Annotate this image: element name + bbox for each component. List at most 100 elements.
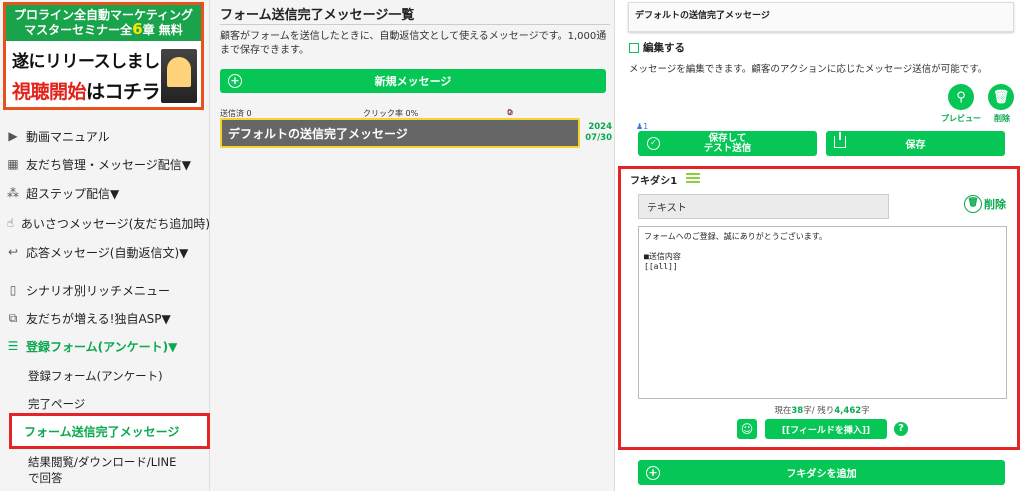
delete-label: 削除 xyxy=(994,114,1010,123)
sidebar-item-label: 動画マニュアル xyxy=(26,129,110,144)
hand-icon: ☝ xyxy=(6,216,15,230)
smile-icon: ☺ xyxy=(740,422,754,436)
sidebar-sub-results-line1: 結果閲覧/ダウンロード/LINE xyxy=(28,455,177,469)
address-book-icon: ▦ xyxy=(7,157,19,171)
banner-line4-red: 視聴開始 xyxy=(12,81,87,103)
play-icon: ▶ xyxy=(8,129,18,143)
sidebar-sub-registration-form[interactable]: 登録フォーム(アンケート) xyxy=(28,368,163,384)
char-count-remaining: 4,462 xyxy=(834,406,862,416)
save-and-test-send-button[interactable]: ✓ 保存して テスト送信 xyxy=(638,131,817,156)
help-icon[interactable]: ? xyxy=(894,422,908,436)
banner-header: プロライン全自動マーケティング マスターセミナー全6章 無料 xyxy=(6,5,201,41)
plus-icon: + xyxy=(228,74,242,88)
friend-count-value: 1 xyxy=(643,122,649,131)
new-message-button[interactable]: + 新規メッセージ xyxy=(220,69,606,93)
message-item-name: デフォルトの送信完了メッセージ xyxy=(228,126,408,141)
message-list-panel: フォーム送信完了メッセージ一覧 顧客がフォームを送信したときに、自動返信文として… xyxy=(210,0,615,491)
char-count-prefix: 現在 xyxy=(774,406,792,416)
sidebar-sub-complete-page[interactable]: 完了ページ xyxy=(28,396,85,412)
sidebar-item-label: 友だち管理・メッセージ配信▼ xyxy=(26,157,191,172)
title-divider xyxy=(220,24,610,25)
bubble-editor-1: フキダシ1 テキスト 🗑削除 現在38字/ 残り4,462字 ☺ [[フィールド… xyxy=(618,166,1020,450)
edit-description: メッセージを編集できます。顧客のアクションに応じたメッセージ送信が可能です。 xyxy=(629,64,988,75)
sidebar-item-label: シナリオ別リッチメニュー xyxy=(26,283,171,298)
sidebar-item-label: 応答メッセージ(自動返信文)▼ xyxy=(26,245,189,260)
sidebar-item-auto-reply[interactable]: ↩ 応答メッセージ(自動返信文)▼ xyxy=(0,240,210,264)
emoji-button[interactable]: ☺ xyxy=(737,419,757,439)
sidebar: プロライン全自動マーケティング マスターセミナー全6章 無料 遂にリリースしまし… xyxy=(0,0,210,491)
sidebar-item-asp[interactable]: ⧉ 友だちが増える!独自ASP▼ xyxy=(0,306,210,330)
list-description: 顧客がフォームを送信したときに、自動返信文として使えるメッセージです。1,000… xyxy=(220,31,607,56)
char-count-mid: 字/ 残り xyxy=(803,406,835,416)
save-label: 保存 xyxy=(905,140,926,151)
message-editor-panel: デフォルトの送信完了メッセージ 編集する メッセージを編集できます。顧客のアクシ… xyxy=(615,0,1024,491)
trash-icon: 🗑 xyxy=(992,89,1010,105)
char-count: 現在38字/ 残り4,462字 xyxy=(621,404,1023,416)
list-icon: ☰ xyxy=(7,339,19,353)
preview-button[interactable]: ⚲ xyxy=(948,84,974,110)
banner-line2-num: 6 xyxy=(132,20,143,38)
banner-line3: 遂にリリースしました! xyxy=(12,52,184,72)
drag-handle-icon[interactable] xyxy=(686,173,700,184)
trash-icon: 🗑 xyxy=(964,195,982,213)
add-bubble-button[interactable]: + フキダシを追加 xyxy=(638,460,1005,485)
new-message-label: 新規メッセージ xyxy=(374,75,452,88)
delete-message-button[interactable]: 🗑 xyxy=(988,84,1014,110)
sitemap-icon: ⁂ xyxy=(7,186,19,200)
sidebar-item-label: あいさつメッセージ(友だち追加時) xyxy=(20,216,210,231)
test-send-label: 保存して テスト送信 xyxy=(703,132,752,154)
friend-count: ♟1 xyxy=(636,122,648,131)
search-icon: ⚲ xyxy=(956,89,966,105)
message-name-field[interactable]: デフォルトの送信完了メッセージ xyxy=(628,2,1014,32)
banner-line4: 視聴開始はコチラ! xyxy=(12,77,169,104)
banner-person-image xyxy=(161,49,197,103)
preview-label: プレビュー xyxy=(941,114,981,123)
test-send-line1: 保存して xyxy=(708,132,747,144)
sidebar-item-registration-form[interactable]: ☰ 登録フォーム(アンケート)▼ xyxy=(0,334,210,358)
sidebar-sub-results[interactable]: 結果閲覧/ダウンロード/LINE で回答 xyxy=(28,454,176,486)
message-date-md: 07/30 xyxy=(585,133,612,143)
banner-line4-post: はコチラ! xyxy=(86,81,169,103)
sidebar-item-super-step[interactable]: ⁂ 超ステップ配信▼ xyxy=(0,181,210,205)
message-text-input[interactable] xyxy=(638,226,1007,399)
sidebar-item-greeting-message[interactable]: ☝ あいさつメッセージ(友だち追加時) xyxy=(0,211,210,235)
message-list-item-selected[interactable]: デフォルトの送信完了メッセージ xyxy=(220,118,580,148)
reply-icon: ↩ xyxy=(7,245,19,259)
mobile-icon: ▯ xyxy=(9,283,17,297)
bubble-label: フキダシ1 xyxy=(630,176,678,187)
insert-field-button[interactable]: [[フィールドを挿入]] xyxy=(765,419,887,439)
checkbox-icon xyxy=(629,42,639,53)
sidebar-item-label: 友だちが増える!独自ASP▼ xyxy=(26,311,171,326)
test-send-line2: テスト送信 xyxy=(703,142,752,154)
sidebar-item-rich-menu[interactable]: ▯ シナリオ別リッチメニュー xyxy=(0,278,210,302)
plus-icon: + xyxy=(646,465,660,480)
sidebar-item-friend-management[interactable]: ▦ 友だち管理・メッセージ配信▼ xyxy=(0,152,210,176)
bubble-type-select[interactable]: テキスト xyxy=(638,194,889,219)
sidebar-sub-results-line2: で回答 xyxy=(28,471,63,485)
edit-checkbox[interactable]: 編集する xyxy=(629,40,685,55)
sidebar-item-label: 登録フォーム(アンケート)▼ xyxy=(26,339,178,354)
message-item-date: 2024 07/30 xyxy=(582,122,612,144)
copy-icon: ⧉ xyxy=(8,310,18,325)
add-bubble-label: フキダシを追加 xyxy=(786,469,857,480)
save-button[interactable]: 保存 xyxy=(826,131,1005,156)
page-title: フォーム送信完了メッセージ一覧 xyxy=(220,8,415,23)
promo-banner[interactable]: プロライン全自動マーケティング マスターセミナー全6章 無料 遂にリリースしまし… xyxy=(3,2,204,110)
sidebar-sub-label: フォーム送信完了メッセージ xyxy=(24,424,180,439)
bubble-delete-label: 削除 xyxy=(984,198,1006,211)
banner-line2-pre: マスターセミナー全 xyxy=(24,23,133,37)
banner-line2-post: 章 無料 xyxy=(142,23,183,37)
banner-line2: マスターセミナー全6章 無料 xyxy=(8,20,199,38)
sidebar-item-video-manual[interactable]: ▶ 動画マニュアル xyxy=(0,124,210,148)
edit-checkbox-label: 編集する xyxy=(643,42,685,54)
banner-line1: プロライン全自動マーケティング xyxy=(13,8,194,22)
char-count-suffix: 字 xyxy=(861,406,870,416)
bubble-delete-button[interactable]: 🗑 削除 xyxy=(964,195,1006,213)
sidebar-item-label: 超ステップ配信▼ xyxy=(26,186,120,201)
check-circle-icon: ✓ xyxy=(647,137,660,150)
download-icon xyxy=(834,132,846,148)
sidebar-sub-form-complete-message[interactable]: フォーム送信完了メッセージ xyxy=(9,413,210,449)
message-date-year: 2024 xyxy=(588,122,612,132)
char-count-current: 38 xyxy=(791,406,804,416)
stat-blocked: 0 xyxy=(507,108,513,117)
